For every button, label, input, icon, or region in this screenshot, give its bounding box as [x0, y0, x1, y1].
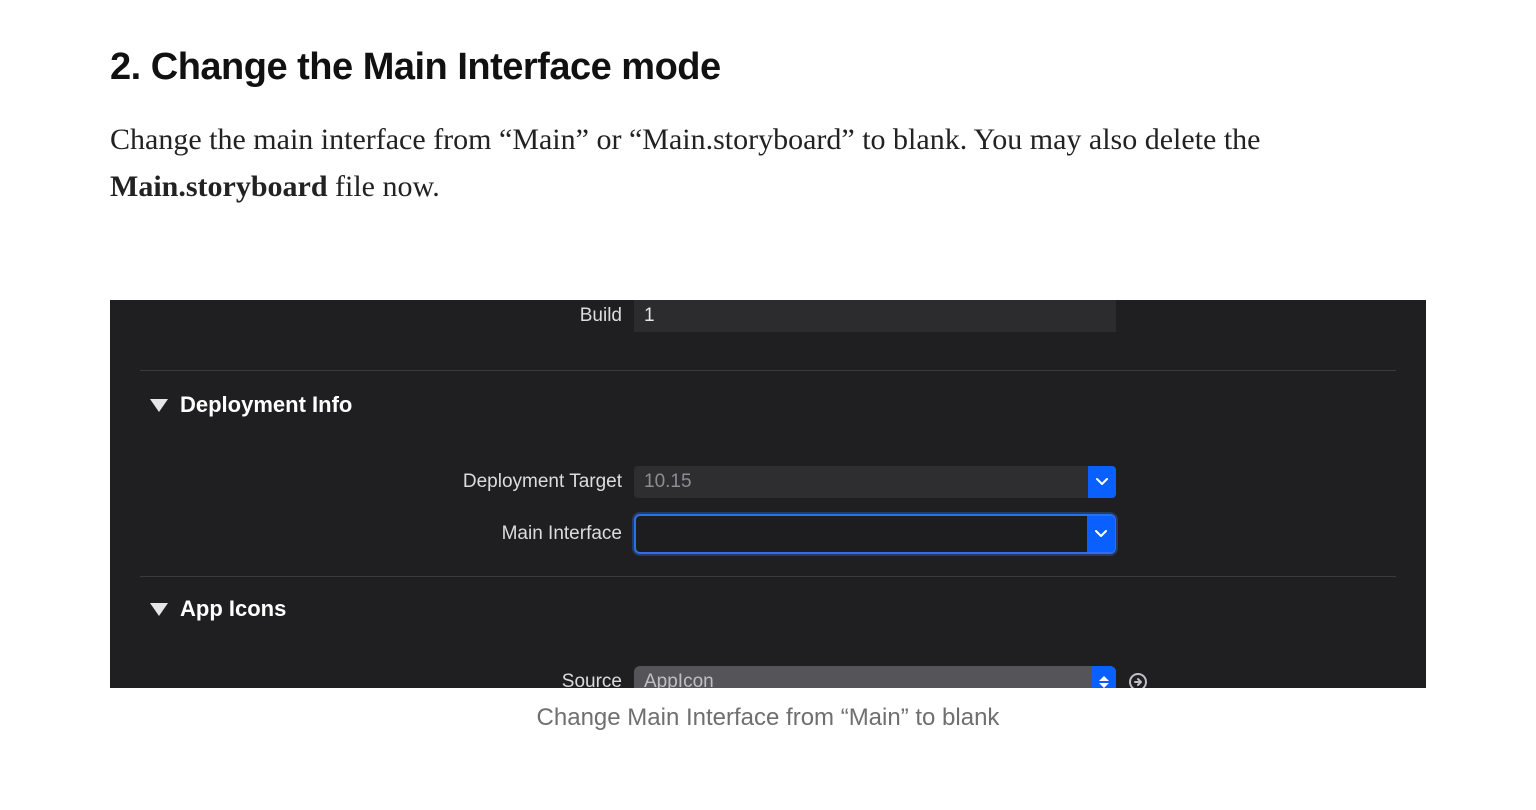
app-icons-title: App Icons [180, 596, 286, 622]
step-body: Change the main interface from “Main” or… [110, 117, 1426, 210]
app-icons-header[interactable]: App Icons [150, 596, 286, 622]
chevron-down-icon [1088, 466, 1116, 498]
deployment-target-value: 10.15 [634, 471, 1088, 493]
deployment-info-header[interactable]: Deployment Info [150, 392, 352, 418]
deployment-info-title: Deployment Info [180, 392, 352, 418]
main-interface-label: Main Interface [110, 523, 634, 545]
deployment-target-row: Deployment Target 10.15 [110, 466, 1426, 498]
disclosure-triangle-icon [150, 399, 168, 412]
stepper-icon [1092, 666, 1116, 688]
deployment-target-label: Deployment Target [110, 471, 634, 493]
body-text-prefix: Change the main interface from “Main” or… [110, 123, 1261, 156]
source-row: Source AppIcon [110, 666, 1426, 688]
body-text-suffix: file now. [328, 170, 440, 203]
xcode-settings-panel: Build 1 Deployment Info Deployment Targe… [110, 300, 1426, 688]
source-value: AppIcon [634, 671, 1092, 688]
divider [140, 370, 1396, 371]
figure-caption: Change Main Interface from “Main” to bla… [110, 704, 1426, 732]
divider [140, 576, 1396, 577]
build-row: Build 1 [110, 300, 1426, 332]
xcode-screenshot-figure: Build 1 Deployment Info Deployment Targe… [110, 300, 1426, 732]
step-heading: 2. Change the Main Interface mode [110, 46, 1426, 89]
disclosure-triangle-icon [150, 603, 168, 616]
deployment-target-combobox[interactable]: 10.15 [634, 466, 1116, 498]
build-label: Build [110, 305, 634, 327]
build-input[interactable]: 1 [634, 300, 1116, 332]
body-text-bold: Main.storyboard [110, 170, 328, 203]
chevron-down-icon [1087, 516, 1115, 552]
source-popup[interactable]: AppIcon [634, 666, 1116, 688]
go-to-asset-icon[interactable] [1126, 670, 1150, 688]
main-interface-combobox[interactable] [634, 514, 1116, 554]
source-label: Source [110, 671, 634, 688]
build-value: 1 [644, 305, 655, 327]
main-interface-row: Main Interface [110, 514, 1426, 554]
